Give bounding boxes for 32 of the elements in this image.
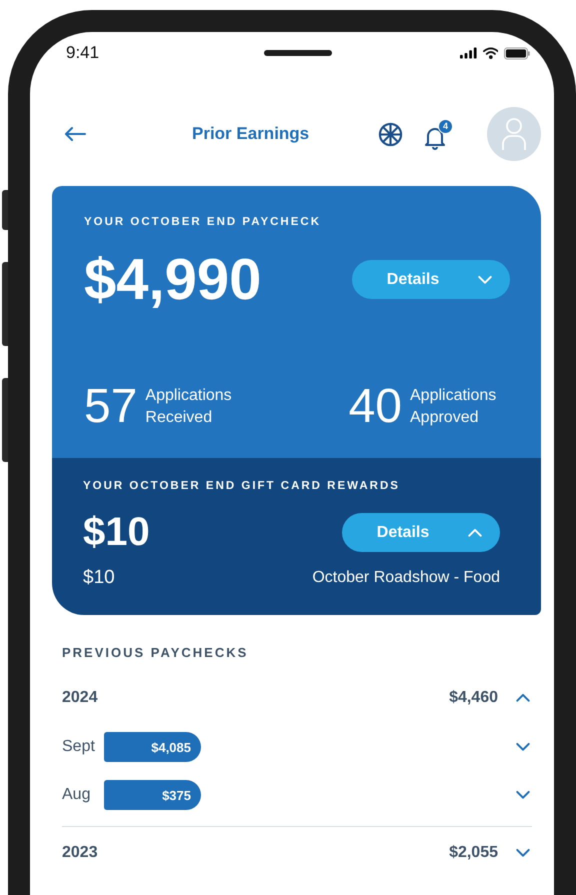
paycheck-label: YOUR OCTOBER END PAYCHECK [84, 216, 322, 228]
month-amount-bar: $375 [104, 780, 201, 810]
stat-number: 57 [84, 379, 138, 434]
battery-icon [504, 46, 530, 60]
month-label: Aug [62, 786, 92, 804]
year-total: $4,460 [449, 689, 498, 707]
details-button[interactable]: Details [352, 260, 510, 299]
person-icon [501, 117, 527, 151]
notifications-button[interactable]: 4 [423, 118, 453, 150]
stat-number: 40 [348, 379, 402, 434]
wifi-icon [482, 47, 498, 59]
gift-card-label: YOUR OCTOBER END GIFT CARD REWARDS [83, 480, 401, 492]
page-title: Prior Earnings [192, 124, 310, 144]
gift-card-value: $10 [83, 567, 115, 589]
year-total: $2,055 [449, 844, 498, 862]
back-button[interactable] [64, 126, 86, 142]
month-label: Sept [62, 738, 96, 756]
stat-label: Applications Received [145, 386, 233, 428]
speaker-notch [264, 50, 332, 56]
year-label: 2024 [62, 689, 99, 707]
section-title: PREVIOUS PAYCHECKS [62, 645, 250, 660]
gift-card-amount: $10 [83, 510, 150, 555]
details-button[interactable]: Details [342, 513, 500, 552]
month-amount-bar: $4,085 [104, 732, 201, 762]
gift-card-name: October Roadshow - Food [312, 569, 500, 587]
stat-label: Applications Approved [410, 386, 498, 428]
year-label: 2023 [62, 844, 99, 862]
paycheck-amount: $4,990 [84, 246, 262, 313]
status-time: 9:41 [66, 43, 100, 63]
signal-icon [460, 47, 477, 59]
notification-badge: 4 [438, 118, 453, 134]
wheel-button[interactable] [378, 122, 403, 146]
